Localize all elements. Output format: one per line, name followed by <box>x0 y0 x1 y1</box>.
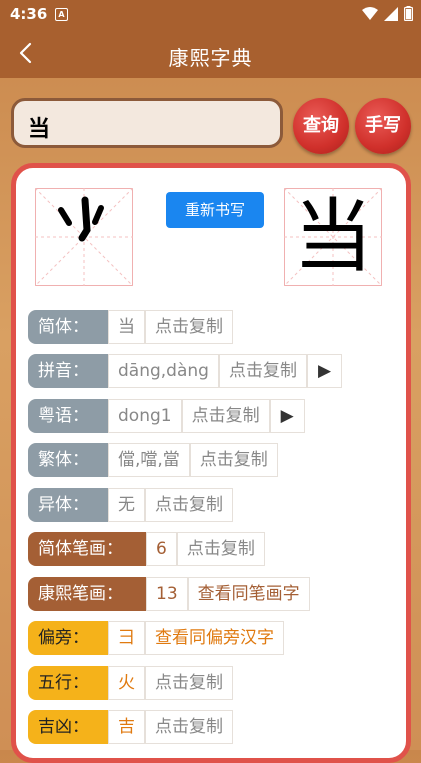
wifi-icon <box>362 6 378 20</box>
row-value: 无 <box>108 488 145 522</box>
result-glyph-box: 当 <box>284 188 382 286</box>
row-simplified-strokes: 简体笔画： 6 点击复制 <box>28 532 265 566</box>
row-traditional: 繁体： 儅,噹,當 点击复制 <box>28 443 278 477</box>
handwritten-strokes <box>58 196 104 242</box>
search-input[interactable]: 当 <box>11 98 283 148</box>
copy-button[interactable]: 点击复制 <box>145 710 233 744</box>
status-time: 4:36 <box>10 5 48 23</box>
same-radical-link[interactable]: 查看同偏旁汉字 <box>145 621 284 655</box>
copy-button[interactable]: 点击复制 <box>218 354 307 388</box>
page-title: 康熙字典 <box>168 46 253 70</box>
signal-icon <box>384 6 398 21</box>
row-value: dāng,dàng <box>108 354 219 388</box>
handwriting-pad[interactable] <box>35 188 133 286</box>
row-value: 6 <box>146 532 177 566</box>
row-label: 粤语： <box>28 399 108 433</box>
handwrite-button[interactable]: 手写 <box>355 98 411 154</box>
row-label: 异体： <box>28 488 108 522</box>
app-bar: 康熙字典 <box>0 30 421 78</box>
row-radical: 偏旁： 彐 查看同偏旁汉字 <box>28 621 284 655</box>
rewrite-button[interactable]: 重新书写 <box>166 192 264 228</box>
row-label: 康熙笔画： <box>28 577 146 611</box>
query-button[interactable]: 查询 <box>293 98 349 154</box>
row-label: 偏旁： <box>28 621 108 655</box>
row-value: dong1 <box>108 399 182 433</box>
row-value: 彐 <box>108 621 145 655</box>
row-fortune: 吉凶： 吉 点击复制 <box>28 710 233 744</box>
status-bar: 4:36 A <box>0 0 421 30</box>
row-pinyin: 拼音： dāng,dàng 点击复制 ▶ <box>28 354 343 388</box>
row-cantonese: 粤语： dong1 点击复制 ▶ <box>28 399 305 433</box>
row-label: 拼音： <box>28 354 108 388</box>
status-icons <box>362 6 413 21</box>
result-glyph: 当 <box>293 190 373 283</box>
row-label: 简体： <box>28 310 108 344</box>
search-row: 当 查询 手写 <box>11 98 411 154</box>
result-card: 重新书写 当 简体： 当 点击复制 拼音： dāng,dàng 点击复制 ▶ 粤… <box>11 163 411 763</box>
row-label: 吉凶： <box>28 710 108 744</box>
row-value: 13 <box>146 577 188 611</box>
row-five-elements: 五行： 火 点击复制 <box>28 666 233 700</box>
play-icon[interactable]: ▶ <box>306 354 343 388</box>
row-label: 繁体： <box>28 443 108 477</box>
battery-icon <box>404 6 413 21</box>
row-value: 火 <box>108 666 145 700</box>
same-strokes-link[interactable]: 查看同笔画字 <box>187 577 310 611</box>
row-value: 儅,噹,當 <box>108 443 190 477</box>
row-label: 简体笔画： <box>28 532 146 566</box>
copy-button[interactable]: 点击复制 <box>145 310 233 344</box>
row-label: 五行： <box>28 666 108 700</box>
row-value: 当 <box>108 310 145 344</box>
row-value: 吉 <box>108 710 145 744</box>
play-icon[interactable]: ▶ <box>269 399 305 433</box>
copy-button[interactable]: 点击复制 <box>145 666 233 700</box>
row-variant: 异体： 无 点击复制 <box>28 488 233 522</box>
notification-icon: A <box>55 8 68 21</box>
copy-button[interactable]: 点击复制 <box>181 399 270 433</box>
row-simplified: 简体： 当 点击复制 <box>28 310 233 344</box>
copy-button[interactable]: 点击复制 <box>189 443 278 477</box>
row-kangxi-strokes: 康熙笔画： 13 查看同笔画字 <box>28 577 310 611</box>
copy-button[interactable]: 点击复制 <box>145 488 233 522</box>
copy-button[interactable]: 点击复制 <box>176 532 265 566</box>
